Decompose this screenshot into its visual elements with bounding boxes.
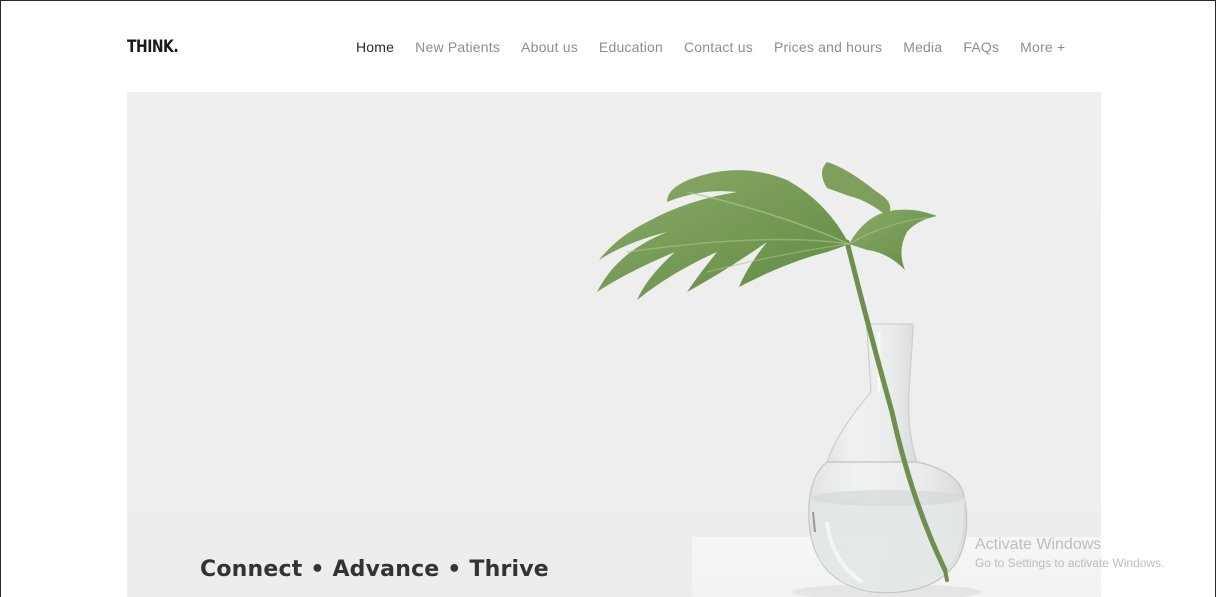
nav-media[interactable]: Media bbox=[903, 39, 942, 55]
hero-tagline: Connect • Advance • Thrive bbox=[200, 557, 549, 582]
nav-home[interactable]: Home bbox=[356, 39, 394, 55]
nav-contact-us[interactable]: Contact us bbox=[684, 39, 753, 55]
nav-new-patients[interactable]: New Patients bbox=[415, 39, 500, 55]
nav-about-us[interactable]: About us bbox=[521, 39, 578, 55]
nav-more[interactable]: More + bbox=[1020, 39, 1065, 55]
main-nav: Home New Patients About us Education Con… bbox=[356, 39, 1065, 55]
nav-education[interactable]: Education bbox=[599, 39, 663, 55]
site-logo[interactable]: THINK. bbox=[127, 37, 179, 57]
nav-prices-and-hours[interactable]: Prices and hours bbox=[774, 39, 882, 55]
nav-faqs[interactable]: FAQs bbox=[963, 39, 999, 55]
hero-banner: Connect • Advance • Thrive bbox=[127, 92, 1101, 597]
browser-viewport: THINK. Home New Patients About us Educat… bbox=[0, 0, 1216, 597]
plant-vase-image bbox=[597, 162, 982, 597]
